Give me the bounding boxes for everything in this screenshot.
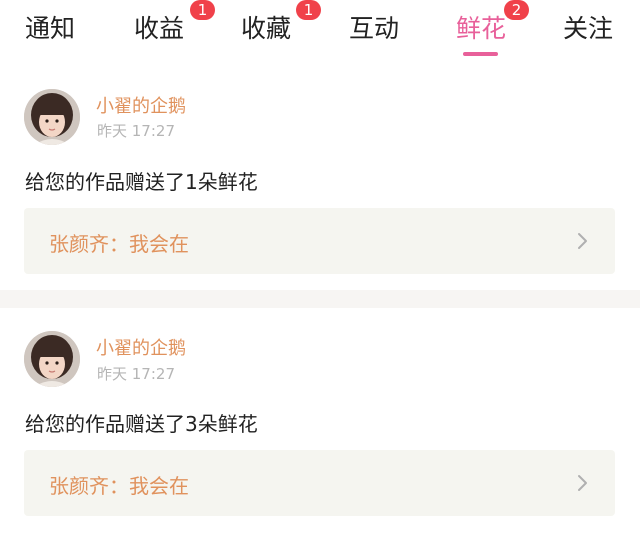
tab-bar: 通知 收益 1 收藏 1 互动 鲜花 2 关注 [0, 0, 640, 68]
timestamp: 昨天 17:27 [97, 122, 175, 140]
work-link[interactable]: 张颜齐：我会在 [24, 208, 615, 274]
tab-label: 收益 [134, 14, 185, 43]
username[interactable]: 小翟的企鹅 [96, 334, 186, 360]
avatar[interactable] [24, 331, 80, 387]
chevron-right-icon [578, 233, 587, 249]
tab-following[interactable]: 关注 [563, 12, 613, 48]
tab-notifications[interactable]: 通知 [25, 12, 75, 48]
unread-badge: 1 [190, 0, 215, 20]
tab-favorites[interactable]: 收藏 1 [241, 0, 321, 48]
message-text: 给您的作品赠送了1朵鲜花 [25, 170, 258, 194]
work-link[interactable]: 张颜齐：我会在 [24, 450, 615, 516]
timestamp: 昨天 17:27 [97, 365, 175, 383]
message-text: 给您的作品赠送了3朵鲜花 [25, 412, 258, 436]
tab-interactions[interactable]: 互动 [349, 12, 399, 48]
active-tab-indicator [463, 52, 498, 56]
tab-earnings[interactable]: 收益 1 [134, 0, 215, 48]
tab-label: 收藏 [241, 14, 292, 43]
unread-badge: 1 [296, 0, 321, 20]
flower-notification-item: 小翟的企鹅 昨天 17:27 给您的作品赠送了3朵鲜花 张颜齐：我会在 [0, 308, 640, 533]
avatar[interactable] [24, 89, 80, 145]
flower-notification-item: 小翟的企鹅 昨天 17:27 给您的作品赠送了1朵鲜花 张颜齐：我会在 [0, 68, 640, 290]
work-title: 张颜齐：我会在 [49, 474, 189, 498]
username[interactable]: 小翟的企鹅 [96, 92, 186, 118]
tab-label: 鲜花 [456, 14, 507, 43]
tab-flowers[interactable]: 鲜花 2 [456, 0, 529, 48]
tab-label: 关注 [563, 14, 614, 43]
chevron-right-icon [578, 475, 587, 491]
tab-label: 通知 [25, 14, 76, 43]
unread-badge: 2 [504, 0, 529, 20]
work-title: 张颜齐：我会在 [49, 232, 189, 256]
tab-label: 互动 [349, 14, 400, 43]
section-divider [0, 290, 640, 308]
